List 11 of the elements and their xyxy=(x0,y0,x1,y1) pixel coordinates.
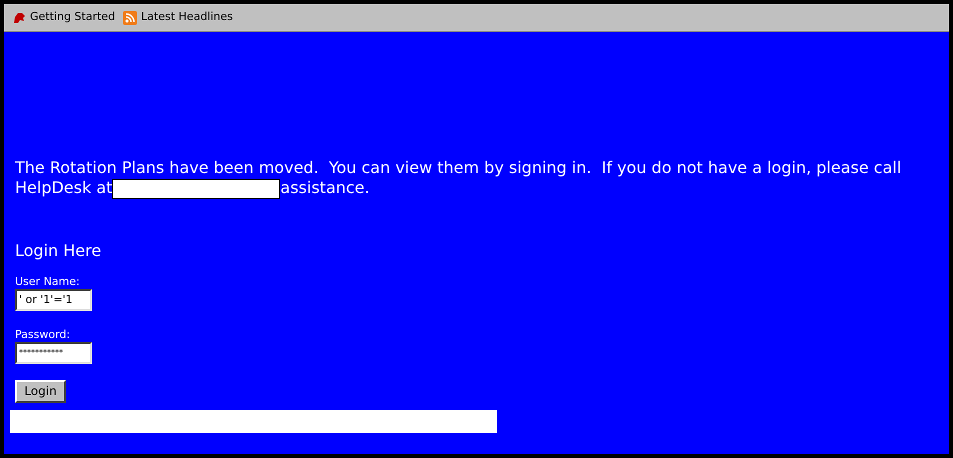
username-label: User Name: xyxy=(15,274,81,289)
notice-text: The Rotation Plans have been moved. You can view them by signing in. If you do not have a login, please call HelpDesk at assistance. xyxy=(15,158,902,199)
username-field[interactable]: ' or '1'='1 xyxy=(15,288,92,311)
password-field[interactable]: *********** xyxy=(15,342,92,364)
bookmark-link[interactable]: Getting Started xyxy=(12,9,116,26)
password-label: Password: xyxy=(15,328,72,342)
bookmark-link[interactable]: Latest Headlines xyxy=(123,9,233,26)
login-heading: Login Here xyxy=(15,240,102,261)
login-button[interactable]: Login xyxy=(15,380,66,403)
rss-icon xyxy=(123,10,138,24)
dragon-icon xyxy=(12,10,26,24)
